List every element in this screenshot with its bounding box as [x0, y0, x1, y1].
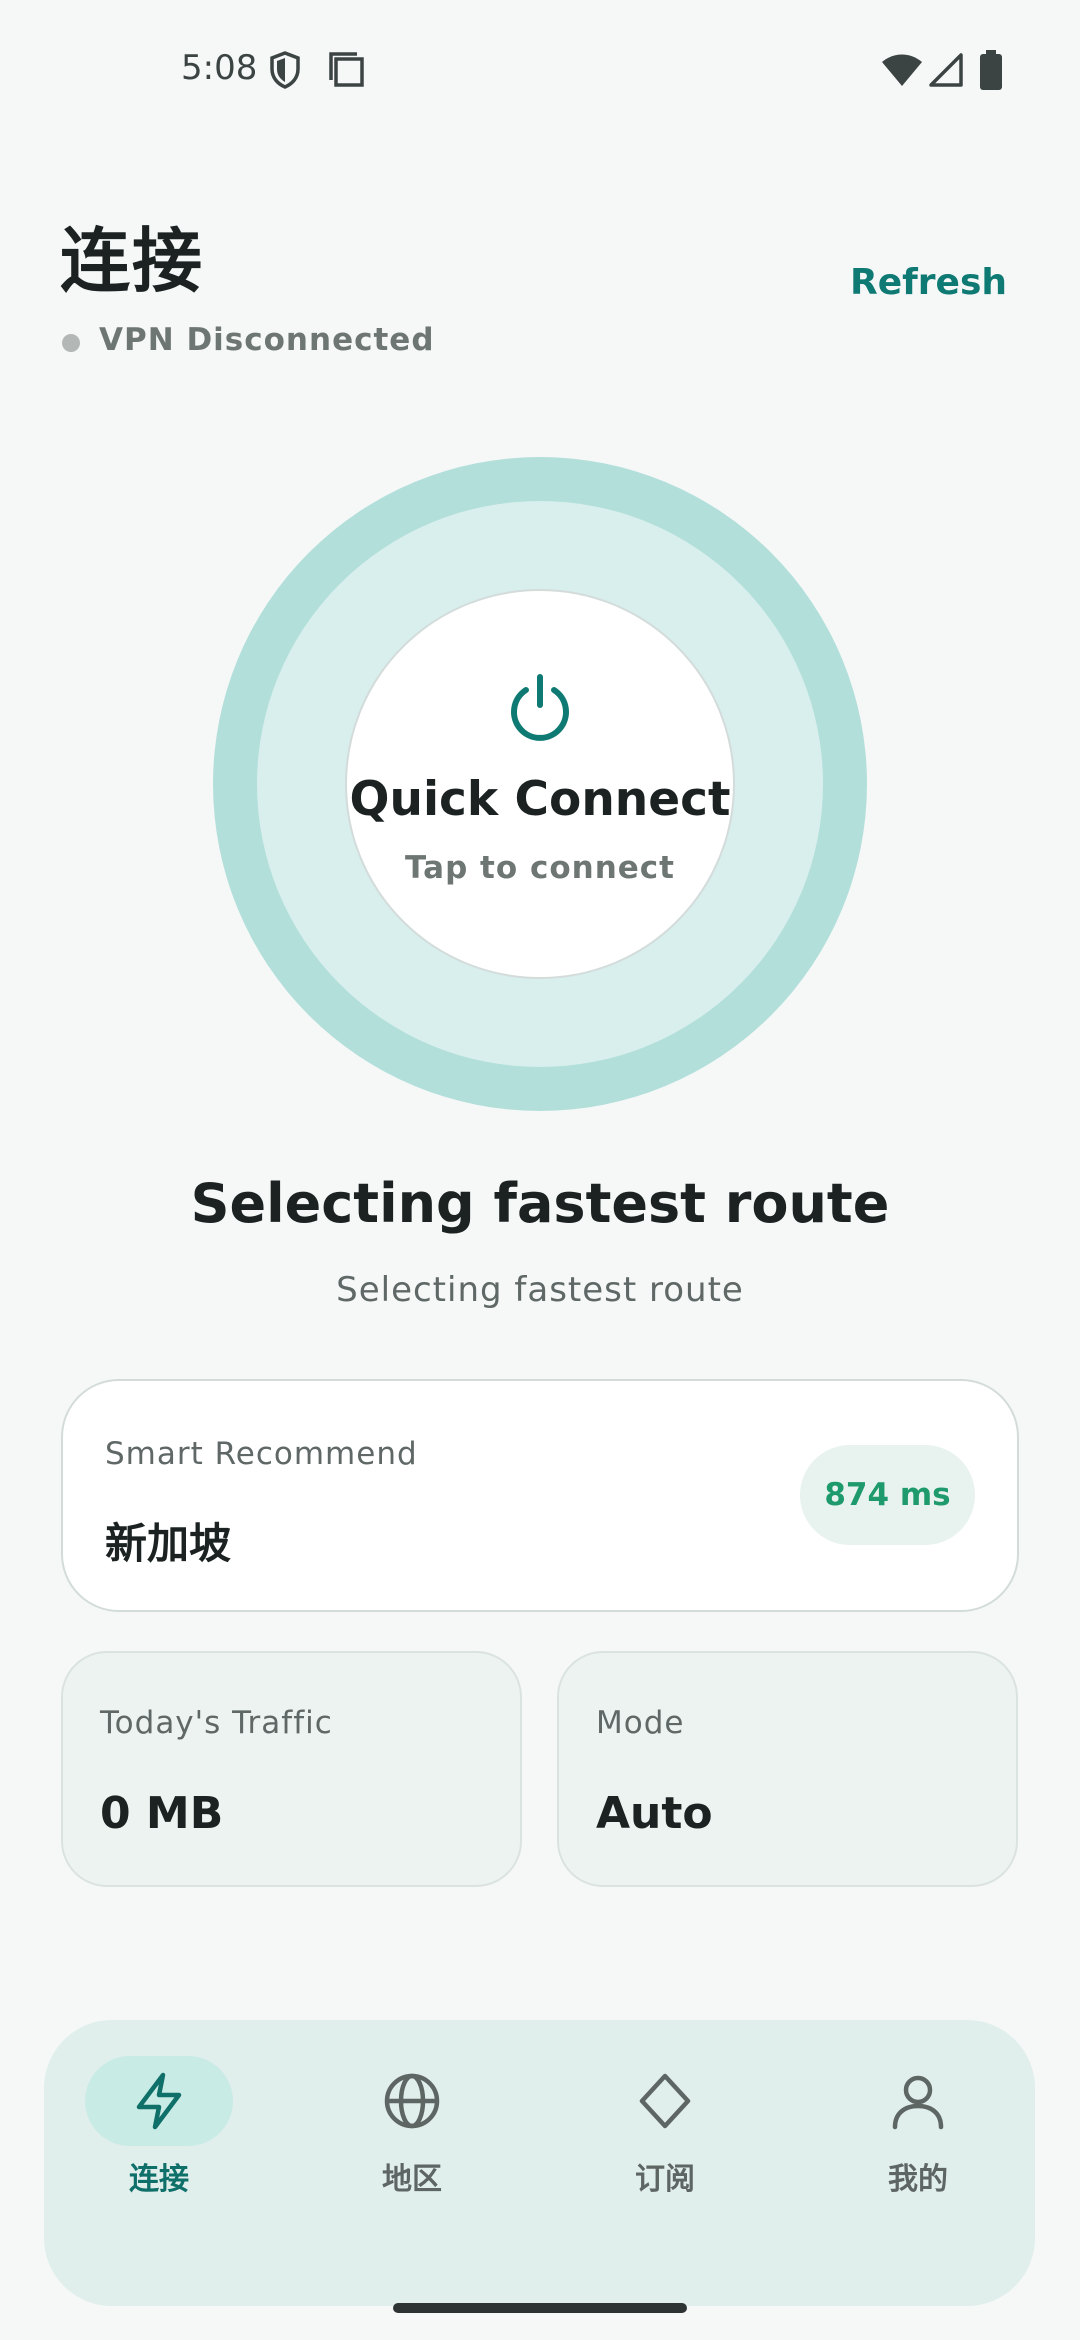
refresh-button[interactable]: Refresh — [850, 262, 1007, 303]
traffic-card — [61, 1651, 522, 1887]
traffic-label: Today's Traffic — [100, 1705, 333, 1741]
connection-status: VPN Disconnected — [99, 322, 435, 358]
globe-icon — [384, 2073, 440, 2129]
shield-icon — [270, 51, 300, 89]
status-time: 5:08 — [181, 48, 258, 88]
traffic-value: 0 MB — [100, 1788, 224, 1839]
mode-card[interactable] — [557, 1651, 1018, 1887]
person-icon — [892, 2075, 944, 2130]
mode-label: Mode — [596, 1705, 685, 1741]
wifi-icon — [882, 54, 922, 86]
recommended-location: 新加坡 — [105, 1519, 232, 1568]
nav-label-connect: 连接 — [129, 2162, 189, 2197]
signal-icon — [929, 53, 963, 87]
power-icon — [511, 674, 569, 741]
clipboard-icon — [329, 52, 364, 87]
home-indicator[interactable] — [393, 2303, 687, 2313]
route-subtitle: Selecting fastest route — [336, 1270, 744, 1310]
quick-connect-title: Quick Connect — [349, 772, 731, 827]
bolt-icon — [136, 2072, 182, 2130]
nav-label-subscribe: 订阅 — [635, 2162, 695, 2197]
mode-value: Auto — [596, 1788, 713, 1839]
quick-connect-subtitle: Tap to connect — [405, 850, 675, 886]
diamond-icon — [639, 2073, 691, 2129]
battery-icon — [980, 50, 1002, 90]
smart-recommend-label: Smart Recommend — [105, 1436, 418, 1472]
page-title: 连接 — [60, 220, 204, 302]
nav-label-region: 地区 — [382, 2162, 442, 2197]
nav-label-profile: 我的 — [888, 2162, 948, 2197]
status-dot — [62, 334, 80, 352]
ping-badge: 874 ms — [800, 1445, 975, 1545]
route-title: Selecting fastest route — [190, 1172, 890, 1235]
